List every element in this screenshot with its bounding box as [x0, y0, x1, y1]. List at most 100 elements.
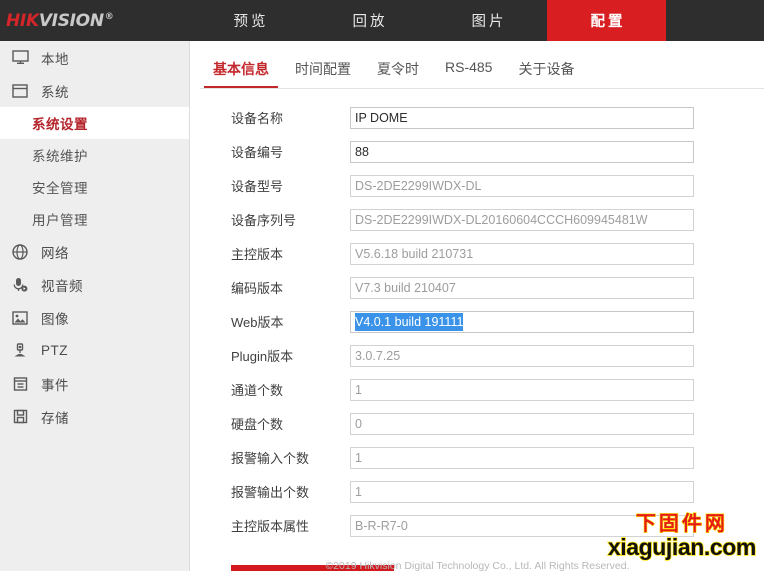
- monitor-icon: [9, 48, 31, 68]
- logo-vision-text: VISION: [38, 10, 104, 31]
- brand-logo: HIKVISION®: [0, 0, 190, 41]
- sidebar-item-system[interactable]: 系统: [0, 74, 189, 107]
- tab-rs485-label: RS-485: [445, 59, 493, 75]
- label-serial-number: 设备序列号: [231, 213, 297, 228]
- content-panel: 基本信息 时间配置 夏令时 RS-485 关于设备 设备名称 设备编号: [191, 41, 764, 571]
- tab-about-device-label: 关于设备: [518, 61, 575, 77]
- nav-tab-preview-label: 预览: [233, 14, 269, 30]
- label-channel-count: 通道个数: [231, 383, 284, 398]
- web-version-selected-text: V4.0.1 build 191111: [355, 312, 464, 331]
- content-tabbar: 基本信息 时间配置 夏令时 RS-485 关于设备: [200, 55, 764, 89]
- sidebar-item-user-management[interactable]: 用户管理: [0, 203, 189, 235]
- input-encoding-version: [350, 276, 694, 299]
- footer-copyright: ©2019 Hikvision Digital Technology Co., …: [325, 560, 630, 571]
- label-encoding-version: 编码版本: [231, 281, 284, 296]
- nav-tab-playback-label: 回放: [352, 14, 388, 30]
- basic-info-form: 设备名称 设备编号 设备型号 设备序列号 主控版本 编码版本: [191, 103, 764, 571]
- tab-rs485[interactable]: RS-485: [432, 55, 505, 84]
- input-device-model: [350, 174, 694, 197]
- nav-tab-picture-label: 图片: [471, 14, 507, 30]
- label-alarm-output-count: 报警输出个数: [231, 485, 310, 500]
- sidebar-item-ptz-label: PTZ: [41, 343, 68, 358]
- sidebar-item-video-audio-label: 视音频: [41, 278, 83, 294]
- ptz-person-icon: [9, 341, 31, 361]
- sidebar-item-security-management[interactable]: 安全管理: [0, 171, 189, 203]
- field-row-alarm-output-count: 报警输出个数: [191, 477, 764, 506]
- sidebar-item-local-label: 本地: [41, 51, 69, 67]
- app-header: HIKVISION® 预览 回放 图片 配置: [0, 0, 764, 41]
- label-hdd-count: 硬盘个数: [231, 417, 284, 432]
- main-nav: 预览 回放 图片 配置: [190, 0, 666, 41]
- input-serial-number: [350, 208, 694, 231]
- tab-basic-info[interactable]: 基本信息: [200, 55, 282, 88]
- field-row-firmware-attribute: 主控版本属性: [191, 511, 764, 540]
- sidebar-item-system-maintenance[interactable]: 系统维护: [0, 139, 189, 171]
- sidebar-item-system-settings-label: 系统设置: [32, 117, 88, 132]
- label-web-version: Web版本: [231, 315, 284, 330]
- sidebar-item-event-label: 事件: [41, 377, 69, 393]
- input-channel-count: [350, 378, 694, 401]
- label-device-no: 设备编号: [231, 145, 284, 160]
- input-alarm-input-count: [350, 446, 694, 469]
- input-firmware-version: [350, 242, 694, 265]
- field-row-hdd-count: 硬盘个数: [191, 409, 764, 438]
- sidebar-item-system-maintenance-label: 系统维护: [32, 149, 88, 164]
- sidebar-item-event[interactable]: 事件: [0, 367, 189, 400]
- nav-tab-preview[interactable]: 预览: [190, 0, 309, 41]
- tab-dst[interactable]: 夏令时: [364, 55, 432, 88]
- logo-hik-text: HIK: [6, 10, 39, 31]
- input-plugin-version: [350, 344, 694, 367]
- sidebar-item-ptz[interactable]: PTZ: [0, 334, 189, 367]
- field-row-device-model: 设备型号: [191, 171, 764, 200]
- label-device-model: 设备型号: [231, 179, 284, 194]
- field-row-serial-number: 设备序列号: [191, 205, 764, 234]
- input-device-no[interactable]: [350, 140, 694, 163]
- field-row-alarm-input-count: 报警输入个数: [191, 443, 764, 472]
- sidebar-item-network[interactable]: 网络: [0, 235, 189, 268]
- input-alarm-output-count: [350, 480, 694, 503]
- label-alarm-input-count: 报警输入个数: [231, 451, 310, 466]
- image-icon: [9, 308, 31, 328]
- field-row-channel-count: 通道个数: [191, 375, 764, 404]
- nav-tab-picture[interactable]: 图片: [428, 0, 547, 41]
- label-plugin-version: Plugin版本: [231, 349, 294, 364]
- input-firmware-attribute: [350, 514, 694, 537]
- sidebar-item-system-settings[interactable]: 系统设置: [0, 107, 189, 139]
- tab-about-device[interactable]: 关于设备: [505, 55, 587, 88]
- registered-mark-icon: ®: [104, 11, 114, 22]
- window-icon: [9, 81, 31, 101]
- sidebar-item-ptz-image-label: 图像: [41, 311, 69, 327]
- label-device-name: 设备名称: [231, 111, 284, 126]
- tab-time-settings[interactable]: 时间配置: [282, 55, 364, 88]
- label-firmware-attribute: 主控版本属性: [231, 519, 310, 534]
- microphone-icon: [9, 275, 31, 295]
- sidebar-item-user-management-label: 用户管理: [32, 213, 88, 228]
- save-disk-icon: [9, 407, 31, 427]
- sidebar-item-video-audio[interactable]: 视音频: [0, 268, 189, 301]
- sidebar-item-security-management-label: 安全管理: [32, 181, 88, 196]
- sidebar: 本地 系统 系统设置 系统维护 安全管理 用户管理 网络 视音频 图像 PTZ …: [0, 41, 190, 571]
- sidebar-item-storage[interactable]: 存储: [0, 400, 189, 433]
- field-row-device-name: 设备名称: [191, 103, 764, 132]
- field-row-plugin-version: Plugin版本: [191, 341, 764, 370]
- sidebar-item-storage-label: 存储: [41, 410, 69, 426]
- nav-tab-configuration[interactable]: 配置: [547, 0, 666, 41]
- sidebar-item-image[interactable]: 图像: [0, 301, 189, 334]
- tab-time-settings-label: 时间配置: [295, 61, 351, 77]
- sidebar-item-local[interactable]: 本地: [0, 41, 189, 74]
- calendar-icon: [9, 374, 31, 394]
- field-row-device-no: 设备编号: [191, 137, 764, 166]
- nav-tab-configuration-label: 配置: [590, 14, 626, 30]
- input-device-name[interactable]: [350, 106, 694, 129]
- field-row-firmware-version: 主控版本: [191, 239, 764, 268]
- tab-basic-info-label: 基本信息: [213, 61, 269, 77]
- hikvision-web-ui: HIKVISION® 预览 回放 图片 配置 本地 系统 系统设置 系统维护 安…: [0, 0, 764, 571]
- sidebar-item-network-label: 网络: [41, 245, 69, 261]
- label-firmware-version: 主控版本: [231, 247, 284, 262]
- field-row-encoding-version: 编码版本: [191, 273, 764, 302]
- input-hdd-count: [350, 412, 694, 435]
- input-web-version[interactable]: V4.0.1 build 191111: [350, 310, 694, 333]
- nav-tab-playback[interactable]: 回放: [309, 0, 428, 41]
- globe-icon: [9, 242, 31, 262]
- tab-dst-label: 夏令时: [377, 61, 419, 77]
